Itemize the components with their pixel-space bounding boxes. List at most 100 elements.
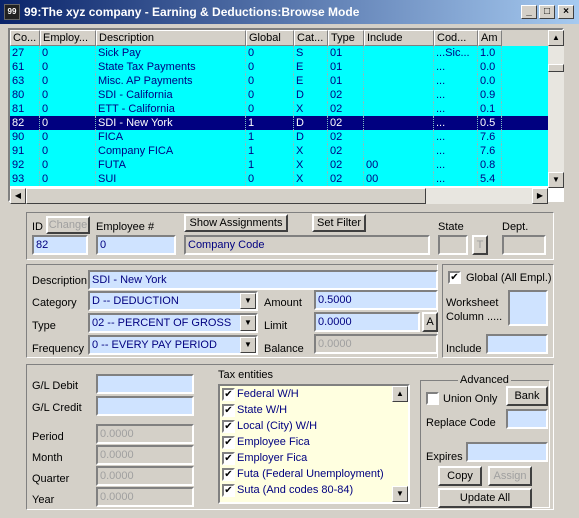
horizontal-scrollbar[interactable]: ◀ ▶ [10,188,548,204]
id-field[interactable]: 82 [32,235,88,255]
column-header[interactable]: Description [96,30,246,46]
worksheet-label: Worksheet Column ..... [446,297,503,323]
bank-button[interactable]: Bank [506,386,548,406]
replace-code-field[interactable] [506,409,548,429]
table-cell: X [294,144,328,158]
column-header[interactable]: Am [478,30,502,46]
chevron-down-icon[interactable]: ▼ [240,293,256,309]
table-cell: S [294,46,328,60]
a-button[interactable]: A [422,312,438,332]
limit-field[interactable]: 0.0000 [314,312,420,332]
window-title: 99:The xyz company - Earning & Deduction… [24,5,360,19]
frequency-select[interactable]: 0 -- EVERY PAY PERIOD ▼ [88,335,258,355]
column-header[interactable]: Include [364,30,434,46]
include-field[interactable] [486,334,548,354]
scroll-left-icon[interactable]: ◀ [10,188,26,204]
checkbox-icon[interactable]: ✔ [222,419,235,433]
column-header[interactable]: Employ... [40,30,96,46]
gl-credit-field[interactable] [96,396,194,416]
change-button[interactable]: Change [46,216,90,234]
tax-entity-item[interactable]: ✔ Futa (Federal Unemployment) [220,466,392,482]
tax-entity-item[interactable]: ✔ Local (City) W/H [220,418,392,434]
tax-entity-item[interactable]: ✔ Employer Fica [220,450,392,466]
scroll-down-icon[interactable]: ▼ [548,172,564,188]
table-row[interactable]: 93 0 SUI 0 X 02 00... 5.4 [10,172,548,186]
scroll-right-icon[interactable]: ▶ [532,188,548,204]
table-cell: 61 [10,60,40,74]
category-select[interactable]: D -- DEDUCTION ▼ [88,291,258,311]
table-row[interactable]: 91 0 Company FICA 1 X 02... 7.6 [10,144,548,158]
table-cell: 01 [328,46,364,60]
t-button[interactable]: T [472,235,488,255]
amount-field[interactable]: 0.5000 [314,290,438,310]
app-icon: 99 [4,4,20,20]
tax-entity-label: Employee Fica [237,436,310,448]
chevron-down-icon[interactable]: ▼ [240,315,256,331]
table-row[interactable]: 90 0 FICA 1 D 02... 7.6 [10,130,548,144]
state-label: State [438,221,464,233]
chevron-down-icon[interactable]: ▼ [240,337,256,353]
checkbox-icon[interactable]: ✔ [222,467,235,481]
minimize-button[interactable]: _ [521,5,537,19]
balance-label: Balance [264,343,304,355]
scroll-down-icon[interactable]: ▼ [392,486,408,502]
table-cell: FICA [96,130,246,144]
grid-rows: 27 0 Sick Pay 0 S 01 ...Sic... 1.0 61 0 State Tax … [10,46,548,186]
tax-entity-item[interactable]: ✔ State W/H [220,402,392,418]
table-cell: 01 [328,74,364,88]
description-field[interactable]: SDI - New York [88,270,438,290]
union-only-checkbox[interactable] [426,392,439,405]
column-header[interactable]: Global [246,30,294,46]
table-row[interactable]: 63 0 Misc. AP Payments 0 E 01... 0.0 [10,74,548,88]
close-button[interactable]: × [558,5,574,19]
column-header[interactable]: Cat... [294,30,328,46]
checkbox-icon[interactable]: ✔ [222,435,235,449]
column-header[interactable]: Cod... [434,30,478,46]
category-value: D -- DEDUCTION [92,295,179,307]
column-header[interactable]: Type [328,30,364,46]
tax-entity-item[interactable]: ✔ Employee Fica [220,434,392,450]
tax-entities-list[interactable]: ✔ Federal W/H ✔ State W/H ✔ Local (City) W/H ✔… [218,384,410,504]
global-checkbox[interactable]: ✔ [448,271,461,284]
balance-field: 0.0000 [314,334,438,354]
checkbox-icon[interactable]: ✔ [222,483,235,497]
table-cell: 0.0 [478,74,502,88]
quarter-label: Quarter [32,473,70,485]
set-filter-button[interactable]: Set Filter [312,214,366,232]
scroll-up-icon[interactable]: ▲ [392,386,408,402]
type-label: Type [32,320,56,332]
checkbox-icon[interactable]: ✔ [222,403,235,417]
show-assignments-button[interactable]: Show Assignments [184,214,288,232]
assign-button[interactable]: Assign [488,466,532,486]
table-row[interactable]: 80 0 SDI - California 0 D 02... 0.9 [10,88,548,102]
checkbox-icon[interactable]: ✔ [222,387,235,401]
update-all-button[interactable]: Update All [438,488,532,508]
expires-field[interactable] [466,442,548,462]
worksheet-field[interactable] [508,290,548,326]
copy-button[interactable]: Copy [438,466,482,486]
tax-entity-item[interactable]: ✔ Suta (And codes 80-84) [220,482,392,498]
maximize-button[interactable]: □ [539,5,555,19]
hscroll-thumb[interactable] [26,188,426,204]
tax-entity-item[interactable]: ✔ Federal W/H [220,386,392,402]
vertical-scrollbar[interactable]: ▲ ▼ [548,30,564,188]
table-cell: 0 [40,172,96,186]
scroll-thumb[interactable] [548,64,564,72]
month-field: 0.0000 [96,445,194,465]
table-row[interactable]: 61 0 State Tax Payments 0 E 01... 0.0 [10,60,548,74]
table-cell [364,46,434,60]
type-select[interactable]: 02 -- PERCENT OF GROSS ▼ [88,313,258,333]
gl-debit-field[interactable] [96,374,194,394]
table-row[interactable]: 92 0 FUTA 1 X 02 00... 0.8 [10,158,548,172]
column-header[interactable]: Co... [10,30,40,46]
checkbox-icon[interactable]: ✔ [222,451,235,465]
table-row[interactable]: 82 0 SDI - New York 1 D 02... 0.5 [10,116,548,130]
table-row[interactable]: 27 0 Sick Pay 0 S 01 ...Sic... 1.0 [10,46,548,60]
tax-entity-label: Futa (Federal Unemployment) [237,468,384,480]
table-cell: 0.0 [478,60,502,74]
table-row[interactable]: 81 0 ETT - California 0 X 02... 0.1 [10,102,548,116]
table-cell: 1.0 [478,46,502,60]
global-label: Global (All Empl.) [466,272,552,284]
scroll-up-icon[interactable]: ▲ [548,30,564,46]
employee-field[interactable]: 0 [96,235,176,255]
